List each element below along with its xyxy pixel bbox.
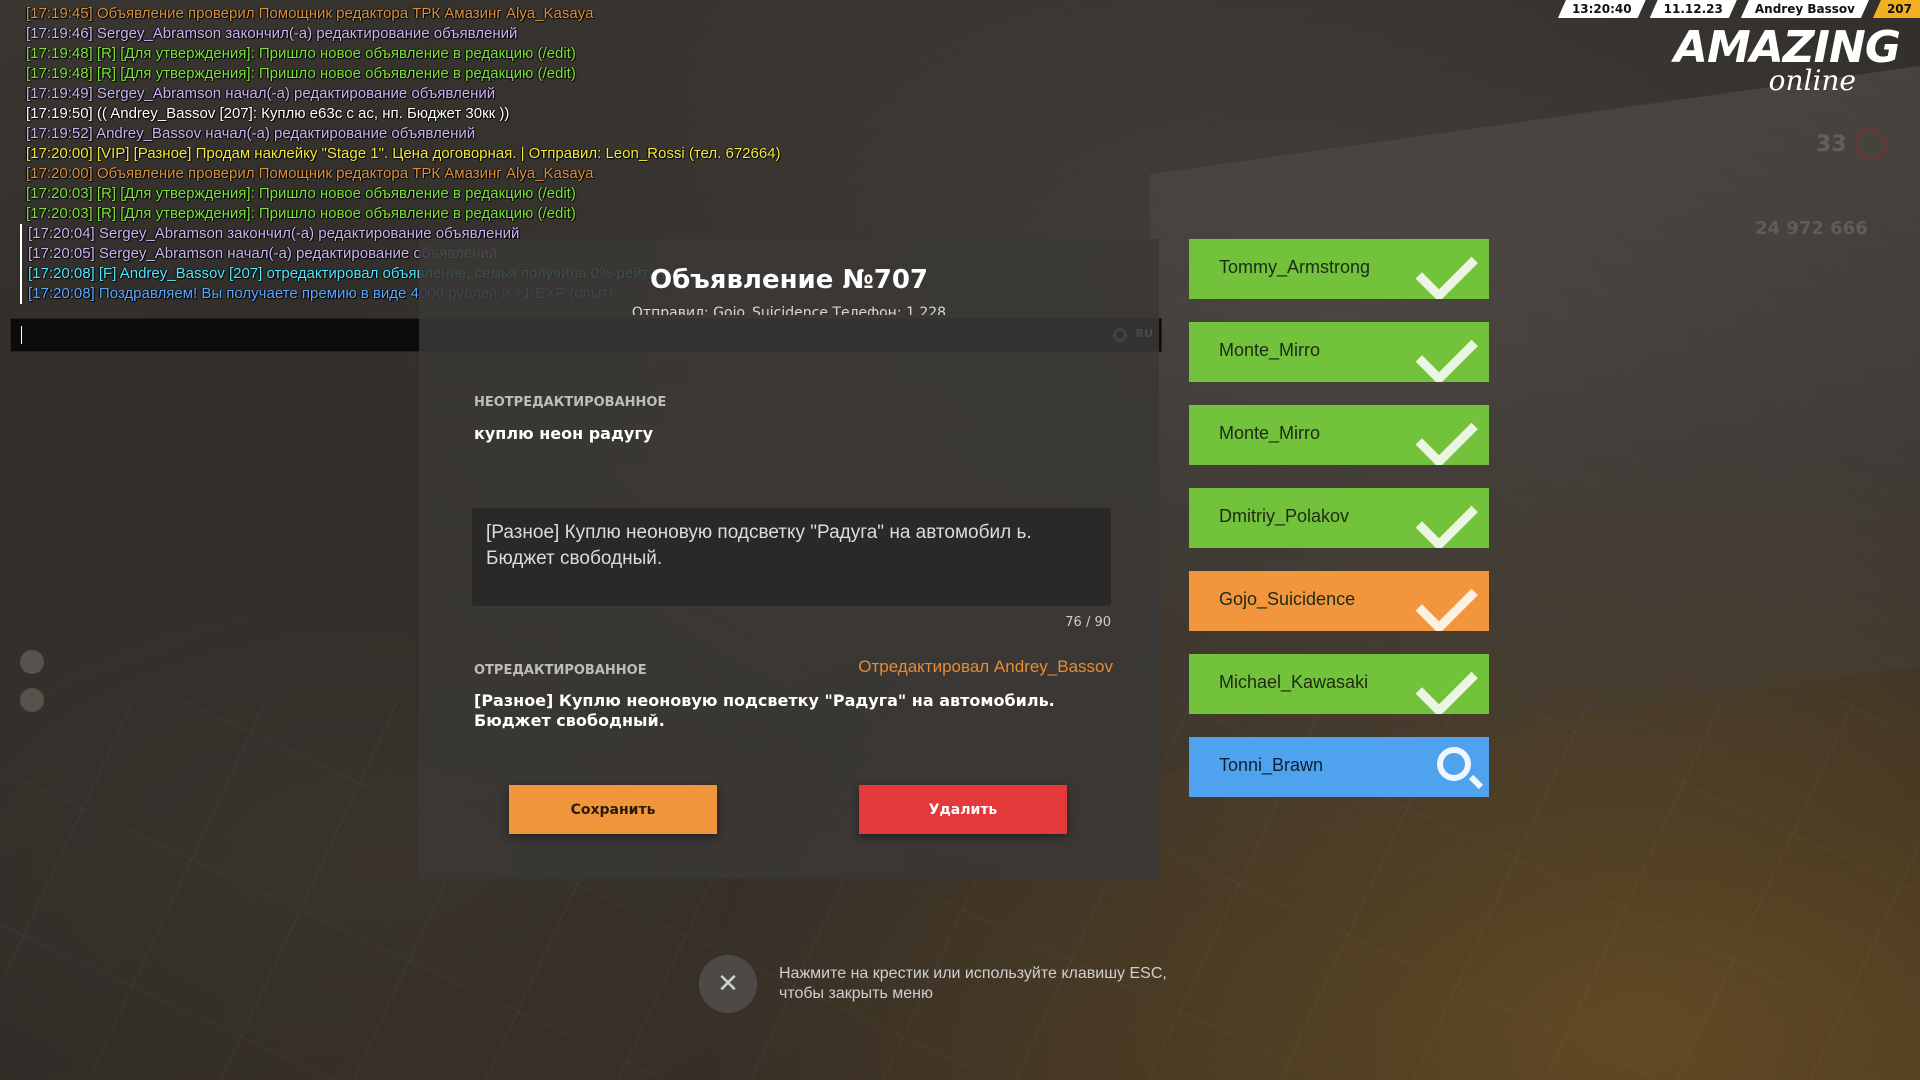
logo-sub-text: online bbox=[1768, 64, 1856, 97]
player-marker-icon bbox=[20, 650, 44, 674]
hud-money: 24 972 666 bbox=[1755, 218, 1868, 239]
editor-name: Monte_Mirro bbox=[1219, 423, 1321, 443]
editor-name: Dmitriy_Polakov bbox=[1219, 506, 1350, 526]
chat-message: [17:20:03] [R] [Для утверждения]: Пришло… bbox=[26, 205, 576, 222]
editor-item[interactable]: Tonni_Brawn bbox=[1189, 737, 1489, 797]
save-button[interactable]: Сохранить bbox=[509, 785, 717, 834]
checkmark-icon bbox=[1415, 654, 1478, 714]
ad-edit-dialog: Объявление №707 Отправил: Gojo_Suicidenc… bbox=[419, 239, 1159, 879]
chat-message: [17:20:00] Объявление проверил Помощник … bbox=[26, 165, 594, 182]
editor-name: Tommy_Armstrong bbox=[1219, 257, 1371, 277]
editor-item[interactable]: Dmitriy_Polakov bbox=[1189, 488, 1489, 548]
hud-player-id: 207 bbox=[1872, 0, 1920, 18]
chat-message: [17:19:52] Andrey_Bassov начал(-а) редак… bbox=[26, 125, 476, 142]
editor-item[interactable]: Gojo_Suicidence bbox=[1189, 571, 1489, 631]
editor-name: Tonni_Brawn bbox=[1219, 755, 1324, 775]
event-logo bbox=[1685, 100, 1805, 200]
chat-message: [17:19:46] Sergey_Abramson закончил(-а) … bbox=[26, 25, 518, 42]
text-caret bbox=[21, 326, 22, 344]
checkmark-icon bbox=[1415, 239, 1478, 299]
editors-list: Tommy_Armstrong Monte_Mirro Monte_Mirro Dmi… bbox=[1189, 239, 1489, 820]
chat-message: [17:19:45] Объявление проверил Помощник … bbox=[26, 5, 594, 22]
dialog-title: Объявление №707 bbox=[649, 265, 929, 295]
raw-section-label: НЕОТРЕДАКТИРОВАННОЕ bbox=[474, 395, 667, 410]
editor-name: Gojo_Suicidence bbox=[1219, 589, 1356, 609]
editor-name: Monte_Mirro bbox=[1219, 340, 1321, 360]
server-logo: AMAZING online bbox=[1670, 26, 1901, 95]
edited-ad-text: [Разное] Куплю неоновую подсветку "Радуг… bbox=[474, 691, 1055, 730]
editor-name: Michael_Kawasaki bbox=[1219, 672, 1369, 692]
chat-message: [17:20:00] [VIP] [Разное] Продам наклейк… bbox=[26, 145, 781, 162]
checkmark-icon bbox=[1415, 322, 1478, 382]
edited-by-label: Отредактировал Andrey_Bassov bbox=[858, 657, 1113, 676]
checkmark-icon bbox=[1415, 405, 1478, 465]
chat-message: [17:19:50] (( Andrey_Bassov [207]: Куплю… bbox=[26, 105, 510, 122]
top-hud: 13:20:40 11.12.23 Andrey Bassov 207 bbox=[1554, 0, 1920, 18]
editor-item[interactable]: Tommy_Armstrong bbox=[1189, 239, 1489, 299]
close-hint: Нажмите на крестик или используйте клави… bbox=[779, 964, 1167, 1004]
chat-message: [17:19:48] [R] [Для утверждения]: Пришло… bbox=[26, 65, 576, 82]
chat-message: [17:20:03] [R] [Для утверждения]: Пришло… bbox=[26, 185, 576, 202]
ad-edit-textarea[interactable]: [Разное] Куплю неоновую подсветку "Радуг… bbox=[472, 508, 1111, 606]
raw-ad-text: куплю неон радугу bbox=[474, 424, 654, 443]
editor-item[interactable]: Monte_Mirro bbox=[1189, 405, 1489, 465]
char-counter: 76 / 90 bbox=[1065, 615, 1111, 630]
close-hint-line2: чтобы закрыть меню bbox=[779, 985, 933, 1002]
editor-item[interactable]: Monte_Mirro bbox=[1189, 322, 1489, 382]
delete-button[interactable]: Удалить bbox=[859, 785, 1067, 834]
edited-section-label: ОТРЕДАКТИРОВАННОЕ bbox=[474, 663, 647, 678]
hud-time: 13:20:40 bbox=[1558, 0, 1646, 18]
hud-date: 11.12.23 bbox=[1650, 0, 1737, 18]
search-icon bbox=[1437, 747, 1471, 781]
close-button[interactable]: ✕ bbox=[699, 955, 757, 1013]
checkmark-icon bbox=[1415, 488, 1478, 548]
editor-item[interactable]: Michael_Kawasaki bbox=[1189, 654, 1489, 714]
ad-sender-info: Отправил: Gojo_Suicidence Телефон: 1 228 bbox=[631, 305, 947, 315]
close-icon: ✕ bbox=[717, 969, 739, 999]
hud-level: 33 bbox=[1816, 132, 1847, 157]
chat-message: [17:19:48] [R] [Для утверждения]: Пришло… bbox=[26, 45, 576, 62]
player-marker-icon bbox=[20, 688, 44, 712]
hud-player-name: Andrey Bassov bbox=[1741, 0, 1869, 18]
chat-message: [17:19:49] Sergey_Abramson начал(-а) ред… bbox=[26, 85, 496, 102]
close-hint-line1: Нажмите на крестик или используйте клави… bbox=[779, 965, 1167, 982]
checkmark-icon bbox=[1415, 571, 1478, 631]
heart-icon bbox=[1855, 128, 1887, 160]
